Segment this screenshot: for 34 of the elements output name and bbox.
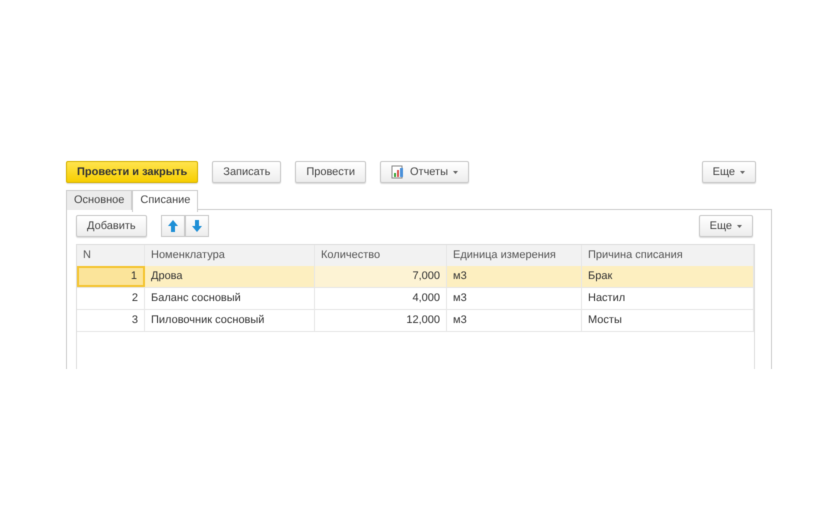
post-and-close-button[interactable]: Провести и закрыть <box>66 161 198 183</box>
table-cell: Пиловочник сосновый <box>145 310 315 331</box>
caret-icon <box>737 224 742 228</box>
table-cell: 2 <box>77 288 145 309</box>
table-cell: м3 <box>447 266 582 287</box>
caret-icon <box>453 170 458 174</box>
table-cell: 7,000 <box>315 266 447 287</box>
table-cell: 12,000 <box>315 310 447 331</box>
move-up-button[interactable] <box>160 215 185 237</box>
table-cell: м3 <box>447 288 582 309</box>
report-icon <box>390 165 405 179</box>
more-button[interactable]: Еще <box>698 215 753 237</box>
table-cell: 4,000 <box>315 288 447 309</box>
up-arrow-icon <box>168 220 178 232</box>
toolbar-button[interactable]: Провести <box>295 161 366 183</box>
tab[interactable]: Списание <box>132 190 198 212</box>
table-row[interactable]: 2 Баланс сосновый 4,000 м3 Настил <box>77 288 754 310</box>
table-cell: м3 <box>447 310 582 331</box>
table-cell: 3 <box>77 310 145 331</box>
reports-dropdown-button[interactable]: Отчеты <box>380 161 470 183</box>
tab[interactable]: Основное <box>66 190 132 210</box>
table-row[interactable]: 3 Пиловочник сосновый 12,000 м3 Мосты <box>77 310 754 332</box>
move-down-button[interactable] <box>184 215 209 237</box>
toolbar-button[interactable]: Записать <box>212 161 282 183</box>
table-cell: 1 <box>77 266 145 287</box>
table-cell: Баланс сосновый <box>145 288 315 309</box>
more-button[interactable]: Еще <box>702 161 756 183</box>
caret-icon <box>740 170 745 174</box>
table-row[interactable]: 1 Дрова 7,000 м3 Брак <box>77 266 754 288</box>
table-cell: Настил <box>582 288 754 309</box>
down-arrow-icon <box>192 220 202 232</box>
table-cell: Мосты <box>582 310 754 331</box>
table-cell: Брак <box>582 266 754 287</box>
add-button[interactable]: Добавить <box>76 215 147 237</box>
